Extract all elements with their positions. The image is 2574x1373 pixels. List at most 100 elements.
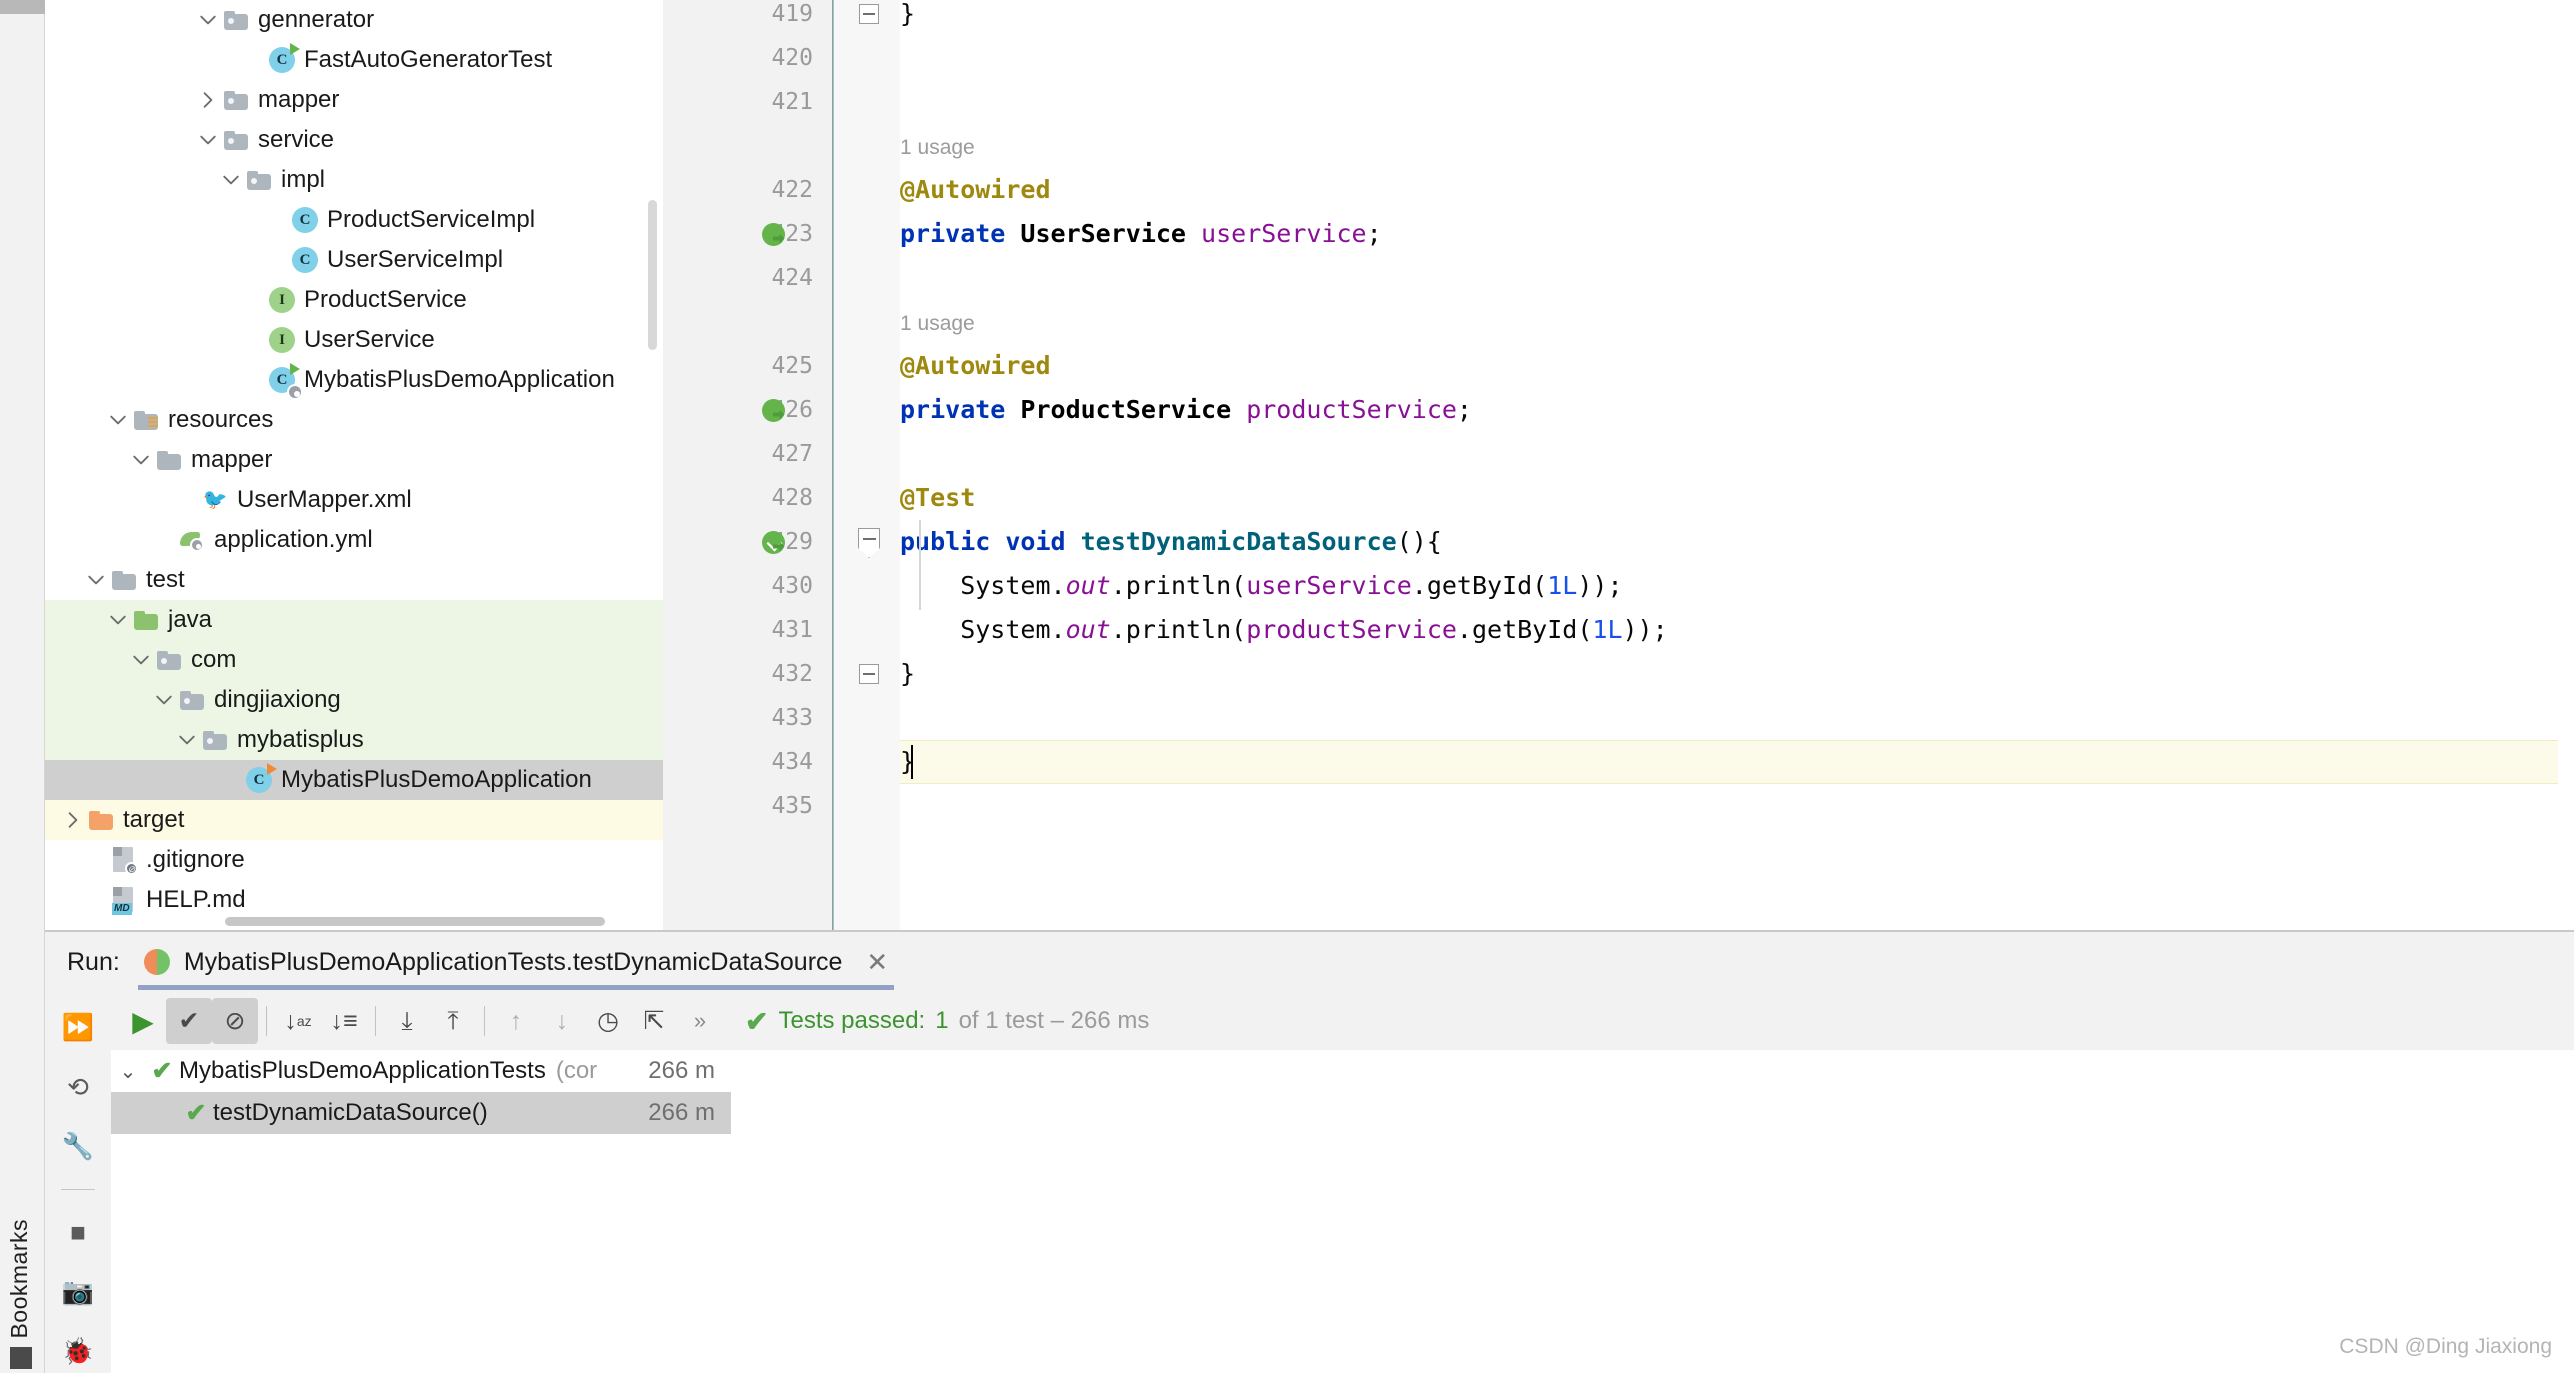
project-tree-item[interactable]: impl	[45, 160, 663, 200]
project-tree-item[interactable]: I UserService	[45, 320, 663, 360]
project-tree-item[interactable]: mybatisplus	[45, 720, 663, 760]
project-tree-item[interactable]: C MybatisPlusDemoApplication	[45, 360, 663, 400]
line-number: 429	[771, 529, 813, 555]
chevron-right-icon[interactable]	[195, 80, 221, 120]
clock-icon[interactable]: ◷	[585, 998, 631, 1044]
project-tree-item[interactable]: application.yml	[45, 520, 663, 560]
play-icon[interactable]: ▶	[120, 998, 166, 1044]
code-line: }	[900, 747, 916, 776]
chevron-down-icon[interactable]	[128, 640, 154, 680]
project-tree-item[interactable]: 🐦 UserMapper.xml	[45, 480, 663, 520]
chevron-down-icon[interactable]: ⌄	[111, 1059, 145, 1084]
project-tree-horizontal-scrollbar[interactable]	[225, 917, 605, 926]
folder-icon	[203, 730, 227, 750]
project-tree-vertical-scrollbar[interactable]	[648, 200, 657, 350]
chevron-down-icon[interactable]	[128, 440, 154, 480]
folder-icon	[224, 10, 248, 30]
folder-icon	[224, 90, 248, 110]
line-number: 425	[771, 353, 813, 379]
chevron-down-icon[interactable]	[195, 0, 221, 40]
navigate-implementation-icon[interactable]	[758, 388, 788, 432]
project-tree-item-label: UserService	[304, 326, 435, 353]
expand-all-icon[interactable]: ⤓	[384, 998, 430, 1044]
resources-folder-icon	[134, 410, 158, 430]
debug-icon[interactable]: 🐞	[56, 1329, 100, 1373]
code-line: public void testDynamicDataSource(){	[900, 527, 1442, 556]
line-number: 433	[771, 705, 813, 731]
settings-wrench-icon[interactable]: 🔧	[56, 1125, 100, 1169]
skip-to-icon[interactable]: ⏩	[56, 1006, 100, 1050]
project-tree-item[interactable]: MD HELP.md	[45, 880, 663, 920]
project-tree-item[interactable]: test	[45, 560, 663, 600]
line-number: 427	[771, 441, 813, 467]
project-tree-item[interactable]: target	[45, 800, 663, 840]
test-results-tree[interactable]: ⌄ ✔ MybatisPlusDemoApplicationTests (cor 266…	[111, 1050, 731, 1373]
close-icon[interactable]: ✕	[866, 947, 888, 978]
rerun-failed-icon[interactable]: ⟲	[56, 1066, 100, 1110]
run-tab-underline	[137, 985, 895, 990]
project-tree-item[interactable]: com	[45, 640, 663, 680]
arrow-down-icon[interactable]: ↓	[539, 998, 585, 1044]
project-tree-item[interactable]: C ProductServiceImpl	[45, 200, 663, 240]
project-tree-item[interactable]: C FastAutoGeneratorTest	[45, 40, 663, 80]
project-tree-panel[interactable]: gennerator C FastAutoGeneratorTest mapper se…	[45, 0, 663, 930]
interface-icon: I	[269, 287, 295, 313]
project-tree-item[interactable]: C MybatisPlusDemoApplication	[45, 760, 663, 800]
project-tree-item[interactable]: ⊘ .gitignore	[45, 840, 663, 880]
export-icon[interactable]: ⇱	[631, 998, 677, 1044]
chevron-down-icon[interactable]	[195, 120, 221, 160]
chevron-down-icon[interactable]	[105, 600, 131, 640]
project-tree-item[interactable]: resources	[45, 400, 663, 440]
status-badge: ✔ Tests passed: 1 of 1 test – 266 ms	[745, 1005, 1149, 1038]
project-tree-item-label: com	[191, 646, 237, 673]
project-tree-item[interactable]: dingjiaxiong	[45, 680, 663, 720]
navigate-implementation-icon[interactable]	[758, 212, 788, 256]
editor-vertical-scrollbar[interactable]	[2558, 0, 2574, 930]
arrow-up-icon[interactable]: ↑	[493, 998, 539, 1044]
project-tree-item[interactable]: gennerator	[45, 0, 663, 40]
sort-alphabetical-icon[interactable]: ↓ az	[275, 998, 321, 1044]
chevron-down-icon[interactable]	[218, 160, 244, 200]
chevron-down-icon[interactable]	[83, 560, 109, 600]
bookmarks-tool-strip[interactable]: Bookmarks	[0, 930, 45, 1373]
screenshot-icon[interactable]: 📷	[56, 1270, 100, 1314]
line-number: 431	[771, 617, 813, 643]
project-tree-item[interactable]: mapper	[45, 440, 663, 480]
collapse-all-icon[interactable]: ⤒	[430, 998, 476, 1044]
chevron-down-icon[interactable]	[174, 720, 200, 760]
project-tree-item-label: gennerator	[258, 6, 375, 33]
test-tree-row[interactable]: ✔ testDynamicDataSource() 266 m	[111, 1092, 731, 1134]
project-tree-item-label: resources	[168, 406, 274, 433]
bookmarks-icon[interactable]	[10, 1347, 32, 1369]
run-tool-window[interactable]: Run: MybatisPlusDemoApplicationTests.tes…	[0, 930, 2574, 1373]
fold-collapse-icon[interactable]	[859, 664, 879, 684]
chevron-double-right-icon[interactable]: »	[677, 998, 723, 1044]
editor-fold-column[interactable]	[834, 0, 900, 930]
project-tree-item[interactable]: I ProductService	[45, 280, 663, 320]
run-configuration-tab[interactable]: MybatisPlusDemoApplicationTests.testDyna…	[137, 934, 895, 990]
stop-icon[interactable]: ■	[56, 1210, 100, 1254]
line-number: 420	[771, 45, 813, 71]
test-tree-row[interactable]: ⌄ ✔ MybatisPlusDemoApplicationTests (cor 266…	[111, 1050, 731, 1092]
code-editor[interactable]: 419} 420 421 1 usage 422 @Autowired 423 private…	[663, 0, 2574, 930]
project-tree-item[interactable]: C UserServiceImpl	[45, 240, 663, 280]
run-side-toolbar[interactable]: ⏩ ⟲ 🔧 ■ 📷 🐞	[45, 992, 111, 1373]
project-tree-item[interactable]: java	[45, 600, 663, 640]
chevron-down-icon[interactable]	[151, 680, 177, 720]
check-icon[interactable]: ✔	[166, 998, 212, 1044]
project-tree-item[interactable]: mapper	[45, 80, 663, 120]
line-number: 424	[771, 265, 813, 291]
chevron-down-icon[interactable]	[105, 400, 131, 440]
chevron-right-icon[interactable]	[60, 800, 86, 840]
fold-collapse-icon[interactable]	[859, 4, 879, 24]
bookmarks-label[interactable]: Bookmarks	[6, 1219, 33, 1339]
sort-duration-icon[interactable]: ↓≡	[321, 998, 367, 1044]
project-tree-item-label: UserServiceImpl	[327, 246, 504, 273]
slash-circle-icon[interactable]: ⊘	[212, 998, 258, 1044]
run-test-icon[interactable]	[758, 520, 788, 564]
project-tree-item[interactable]: service	[45, 120, 663, 160]
project-tree-item-label: java	[168, 606, 213, 633]
run-toolbar[interactable]: ▶ ✔ ⊘ ↓ az ↓≡ ⤓ ⤒ ↑ ↓ ◷ ⇱ » ✔ Tests passe…	[110, 992, 2574, 1050]
